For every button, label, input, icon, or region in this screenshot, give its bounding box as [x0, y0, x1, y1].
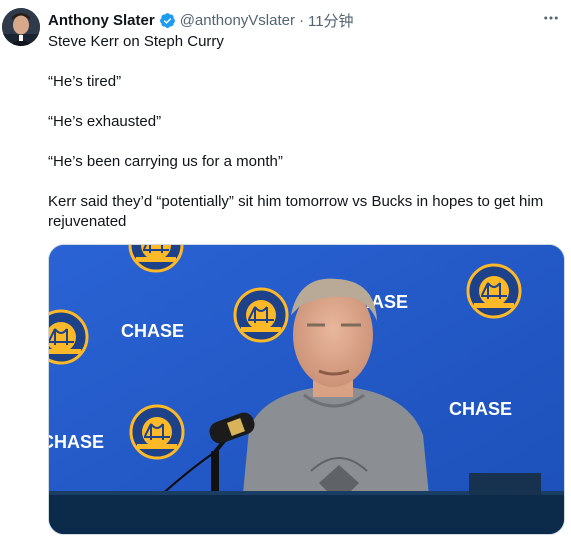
- tweet-line: “He’s tired”: [48, 73, 122, 90]
- separator-dot: ·: [298, 11, 304, 29]
- avatar-image: [2, 8, 40, 46]
- post-time[interactable]: 11分钟: [308, 10, 354, 31]
- backdrop-logo: [466, 263, 522, 319]
- tweet-line: “He’s been carrying us for a month”: [48, 153, 283, 170]
- backdrop-sponsor-text: CHASE: [449, 399, 512, 419]
- backdrop-logo: [49, 309, 89, 365]
- author-handle[interactable]: @anthonyVslater: [180, 12, 295, 29]
- backdrop-logo: [129, 404, 185, 460]
- tweet: Anthony Slater @anthonyVslater · 11分钟 St…: [0, 0, 571, 539]
- tweet-text: Steve Kerr on Steph Curry “He’s tired” “…: [48, 32, 568, 252]
- tweet-media-image[interactable]: CHASE CHASE CHASE CHASE: [48, 244, 565, 535]
- tweet-line: Steve Kerr on Steph Curry: [48, 33, 224, 50]
- author-name[interactable]: Anthony Slater: [48, 12, 155, 29]
- backdrop-logo: [233, 287, 289, 343]
- tweet-line: “He’s exhausted”: [48, 113, 162, 130]
- podium-table: [49, 493, 564, 534]
- verified-badge-icon: [159, 12, 176, 29]
- tweet-line: Kerr said they’d “potentially” sit him t…: [48, 193, 548, 230]
- backdrop-sponsor-text: CHASE: [121, 321, 184, 341]
- avatar[interactable]: [2, 8, 40, 46]
- press-conference-photo: CHASE CHASE CHASE CHASE: [49, 245, 564, 534]
- backdrop-sponsor-text: CHASE: [49, 432, 104, 452]
- tweet-header: Anthony Slater @anthonyVslater · 11分钟: [48, 10, 561, 30]
- more-options-icon[interactable]: [539, 8, 563, 28]
